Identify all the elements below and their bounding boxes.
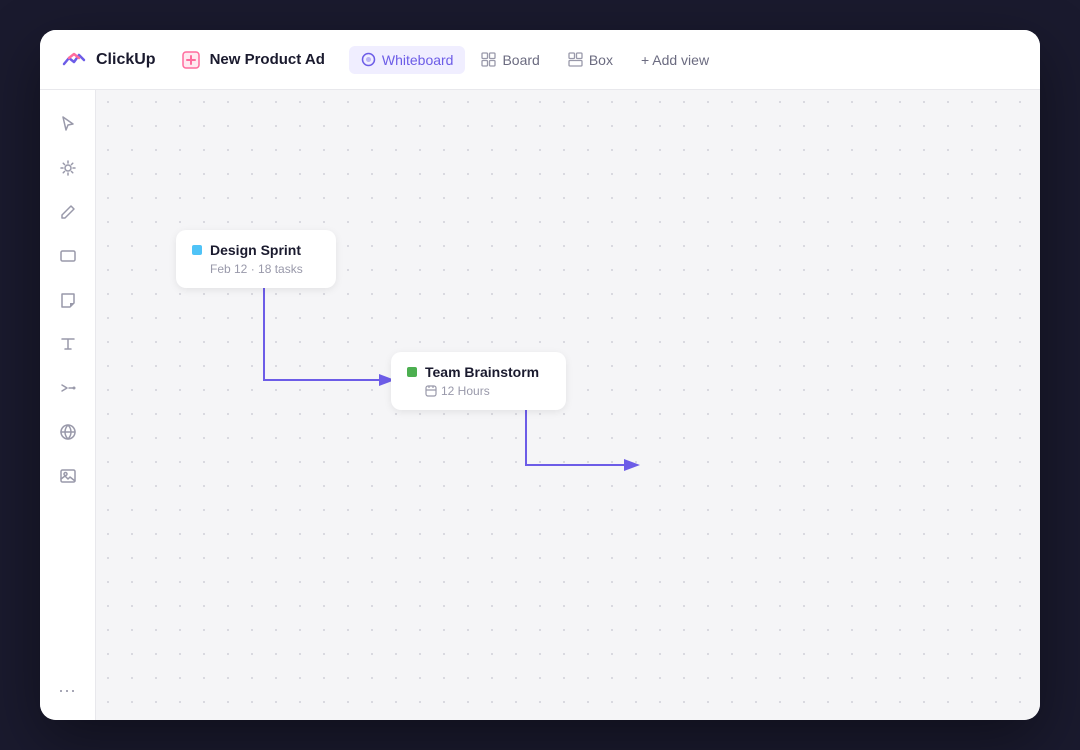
logo-text: ClickUp — [96, 51, 156, 69]
tab-box[interactable]: Box — [556, 46, 625, 74]
sidebar-connector-icon[interactable] — [50, 370, 86, 406]
design-sprint-title: Design Sprint — [210, 242, 301, 258]
design-sprint-meta: Feb 12 · 18 tasks — [210, 262, 320, 276]
sidebar-globe-icon[interactable] — [50, 414, 86, 450]
app-window: ClickUp New Product Ad Whiteboard — [40, 30, 1040, 720]
project-section: New Product Ad — [180, 49, 325, 71]
team-brainstorm-color-dot — [407, 367, 417, 377]
add-view-button[interactable]: + Add view — [629, 46, 721, 74]
nav-tabs: Whiteboard Board Box — [349, 46, 721, 74]
whiteboard-tab-label: Whiteboard — [382, 52, 454, 68]
sidebar-more-button[interactable]: ... — [50, 668, 86, 704]
logo-area: ClickUp — [60, 46, 156, 74]
box-tab-icon — [568, 52, 583, 67]
hours-value: 12 Hours — [441, 384, 490, 398]
card-header: Design Sprint — [192, 242, 320, 258]
card-header-2: Team Brainstorm — [407, 364, 550, 380]
clickup-logo-icon — [60, 46, 88, 74]
team-brainstorm-hours: 12 Hours — [425, 384, 550, 398]
project-icon — [180, 49, 202, 71]
main-layout: ... — [40, 90, 1040, 720]
tab-board[interactable]: Board — [469, 46, 551, 74]
board-tab-icon — [481, 52, 496, 67]
board-tab-label: Board — [502, 52, 539, 68]
whiteboard-tab-icon — [361, 52, 376, 67]
canvas-area[interactable]: Design Sprint Feb 12 · 18 tasks Team Bra… — [96, 90, 1040, 720]
sidebar-image-icon[interactable] — [50, 458, 86, 494]
tab-whiteboard[interactable]: Whiteboard — [349, 46, 466, 74]
sidebar-magic-icon[interactable] — [50, 150, 86, 186]
topbar: ClickUp New Product Ad Whiteboard — [40, 30, 1040, 90]
sidebar-sticky-note-icon[interactable] — [50, 282, 86, 318]
sidebar-pen-icon[interactable] — [50, 194, 86, 230]
design-sprint-color-dot — [192, 245, 202, 255]
team-brainstorm-card[interactable]: Team Brainstorm 12 Hours — [391, 352, 566, 410]
sidebar: ... — [40, 90, 96, 720]
add-view-label: + Add view — [641, 52, 709, 68]
design-sprint-card[interactable]: Design Sprint Feb 12 · 18 tasks — [176, 230, 336, 288]
sidebar-cursor-icon[interactable] — [50, 106, 86, 142]
box-tab-label: Box — [589, 52, 613, 68]
sidebar-rectangle-icon[interactable] — [50, 238, 86, 274]
hours-icon — [425, 385, 437, 397]
project-title: New Product Ad — [210, 51, 325, 68]
team-brainstorm-title: Team Brainstorm — [425, 364, 539, 380]
sidebar-text-icon[interactable] — [50, 326, 86, 362]
connector-lines — [96, 90, 1040, 720]
